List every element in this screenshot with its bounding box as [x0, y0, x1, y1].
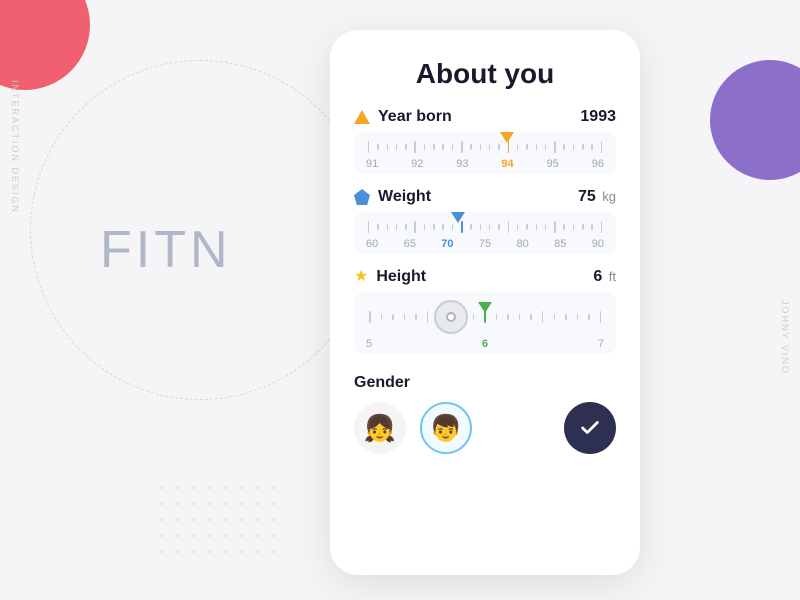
height-unit: ft [609, 269, 616, 284]
year-born-header: Year born 1993 [354, 108, 616, 126]
weight-section: Weight 75 kg [354, 188, 616, 254]
card-title: About you [354, 58, 616, 90]
confirm-button[interactable] [564, 402, 616, 454]
year-born-marker [500, 132, 514, 143]
year-born-label: Year born [378, 108, 452, 126]
height-left: ★ Height [354, 268, 426, 286]
bg-decoration-red [0, 0, 90, 90]
height-label: Height [376, 268, 426, 286]
gender-options: 👧 👦 [354, 402, 616, 454]
weight-marker [451, 212, 465, 223]
year-born-labels: 91 92 93 94 95 96 [364, 158, 606, 170]
bg-decoration-purple [710, 60, 800, 180]
height-slider[interactable]: 5 6 7 [354, 292, 616, 354]
side-text-left: INTERACTION DESIGN [10, 80, 20, 214]
weight-track [364, 218, 606, 236]
weight-slider[interactable]: 60 65 70 75 80 85 90 [354, 212, 616, 254]
about-you-card: About you Year born 1993 [330, 30, 640, 575]
height-marker [478, 302, 492, 313]
triangle-icon [354, 110, 370, 124]
star-icon: ★ [354, 269, 368, 285]
year-born-slider[interactable]: 91 92 93 94 95 96 [354, 132, 616, 174]
height-handle[interactable] [434, 300, 468, 334]
height-track [364, 298, 606, 336]
gender-female-avatar[interactable]: 👧 [354, 402, 406, 454]
weight-unit: kg [602, 189, 616, 204]
height-header: ★ Height 6 ft [354, 268, 616, 286]
gender-section: Gender 👧 👦 [354, 374, 616, 454]
weight-value: 75 [578, 188, 596, 205]
year-born-ticks [364, 140, 606, 154]
checkmark-icon [579, 417, 601, 439]
height-ticks [364, 310, 606, 324]
year-born-section: Year born 1993 [354, 108, 616, 174]
weight-ticks [364, 220, 606, 234]
height-labels: 5 6 7 [364, 338, 606, 350]
weight-label: Weight [378, 188, 431, 206]
year-born-track [364, 138, 606, 156]
weight-labels: 60 65 70 75 80 85 90 [364, 238, 606, 250]
height-value: 6 [593, 268, 602, 285]
side-text-right: JOHNY VINO [780, 300, 790, 375]
dot-grid-left [160, 486, 282, 560]
year-born-value: 1993 [580, 108, 616, 126]
weight-header: Weight 75 kg [354, 188, 616, 206]
height-handle-inner [446, 312, 456, 322]
pentagon-icon [354, 189, 370, 205]
app-logo: FITN [100, 220, 232, 280]
weight-left: Weight [354, 188, 431, 206]
gender-title: Gender [354, 374, 616, 392]
height-section: ★ Height 6 ft [354, 268, 616, 354]
dot-grid-right [650, 482, 740, 540]
gender-male-avatar[interactable]: 👦 [420, 402, 472, 454]
year-born-left: Year born [354, 108, 452, 126]
